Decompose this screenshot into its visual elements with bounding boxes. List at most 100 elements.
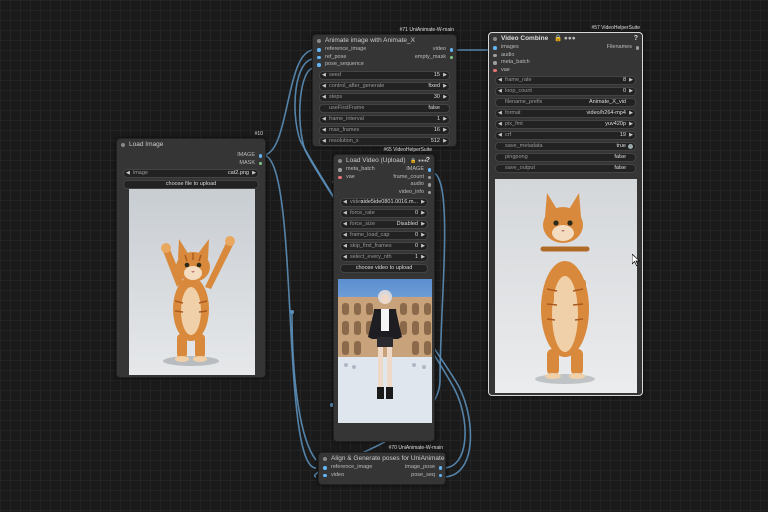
input-ref-pose-dot[interactable] [317,55,321,59]
input-reference-image-dot[interactable] [323,466,327,470]
widget-filename-prefix[interactable]: filename_prefix Animate_X_vid [495,98,636,107]
arrow-right-icon[interactable]: ▶ [443,116,447,123]
output-empty-mask-dot[interactable] [449,55,453,59]
input-vae-dot[interactable] [493,68,497,72]
output-image-dot[interactable] [427,168,431,172]
arrow-right-icon[interactable]: ▶ [252,170,256,177]
output-frame-count-dot[interactable] [427,175,431,179]
arrow-right-icon[interactable]: ▶ [629,110,633,117]
arrow-left-icon[interactable]: ◀ [498,132,502,139]
output-audio-dot[interactable] [427,183,431,187]
load-image-node[interactable]: #10 Load Image IMAGE MASK ◀ image cat2.p… [116,131,266,378]
widget-save-metadata[interactable]: save_metadata true [495,142,636,151]
widget-video[interactable]: ◀ video side5ide0801.0016.m... ▶ [340,198,428,207]
widget-loop-count[interactable]: ◀ loop_count 0 ▶ [495,87,636,96]
widget-frame-rate[interactable]: ◀ frame_rate 8 ▶ [495,76,636,85]
widget-frame-interval[interactable]: ◀ frame_interval 1 ▶ [319,114,450,124]
widget-skip-first-frames[interactable]: ◀ skip_first_frames 0 ▶ [340,242,428,251]
output-image-dot[interactable] [258,154,262,158]
arrow-right-icon[interactable]: ▶ [629,132,633,139]
align-poses-node[interactable]: #70 UniAnimate-W-main Align & Generate p… [318,445,446,485]
video-preview[interactable] [495,179,637,393]
video-frame-preview[interactable] [338,279,432,423]
help-icon[interactable]: ? [426,155,430,166]
output-mask-dot[interactable] [258,161,262,165]
arrow-left-icon[interactable]: ◀ [498,121,502,128]
upload-file-button[interactable]: choose file to upload [123,180,259,189]
output-filenames-dot[interactable] [635,46,639,50]
load-video-node[interactable]: #65 VideoHelperSuite Load Video (Upload)… [333,147,435,442]
output-mask: MASK [239,159,255,166]
arrow-left-icon[interactable]: ◀ [343,232,347,239]
input-meta-batch-dot[interactable] [338,168,342,172]
widget-max-frames[interactable]: ◀ max_frames 16 ▶ [319,125,450,135]
node-title[interactable]: Video Combine 🔒 ●●● ? [489,33,642,44]
arrow-right-icon[interactable]: ▶ [629,77,633,84]
arrow-right-icon[interactable]: ▶ [443,94,447,101]
widget-resolution-x[interactable]: ◀ resolution_x 512 ▶ [319,136,450,146]
widget-useFirstFrame[interactable]: useFirstFrame false [319,103,450,113]
widget-pingpong[interactable]: pingpong false [495,153,636,162]
arrow-right-icon[interactable]: ▶ [443,83,447,90]
arrow-right-icon[interactable]: ▶ [421,210,425,217]
arrow-left-icon[interactable]: ◀ [498,88,502,95]
widget-force-rate[interactable]: ◀ force_rate 0 ▶ [340,209,428,218]
arrow-right-icon[interactable]: ▶ [443,138,447,145]
upload-video-button[interactable]: choose video to upload [340,264,428,273]
output-video-dot[interactable] [449,48,453,52]
arrow-left-icon[interactable]: ◀ [322,138,326,145]
arrow-right-icon[interactable]: ▶ [421,243,425,250]
widget-save-output[interactable]: save_output false [495,164,636,173]
node-icons: 🔒 ●●● [554,35,576,42]
input-vae-dot[interactable] [338,175,342,179]
arrow-left-icon[interactable]: ◀ [343,243,347,250]
input-video-dot[interactable] [323,473,327,477]
output-image-pose-dot[interactable] [438,466,442,470]
widget-pix-fmt[interactable]: ◀ pix_fmt yuv420p ▶ [495,120,636,129]
arrow-left-icon[interactable]: ◀ [322,94,326,101]
arrow-left-icon[interactable]: ◀ [343,254,347,261]
node-title[interactable]: Load Image [117,139,265,150]
arrow-left-icon[interactable]: ◀ [322,116,326,123]
arrow-right-icon[interactable]: ▶ [421,232,425,239]
arrow-right-icon[interactable]: ▶ [629,121,633,128]
animate-image-node[interactable]: #71 UniAnimate-W-main Animate image with… [312,27,457,147]
image-select-widget[interactable]: ◀ image cat2.png ▶ [123,169,259,178]
arrow-left-icon[interactable]: ◀ [322,72,326,79]
arrow-left-icon[interactable]: ◀ [498,110,502,117]
arrow-left-icon[interactable]: ◀ [322,127,326,134]
arrow-left-icon[interactable]: ◀ [343,199,347,206]
arrow-left-icon[interactable]: ◀ [343,210,347,217]
widget-seed[interactable]: ◀ seed 15 ▶ [319,70,450,80]
toggle-icon[interactable] [628,144,633,149]
input-reference-image-dot[interactable] [317,48,321,52]
arrow-right-icon[interactable]: ▶ [443,127,447,134]
arrow-right-icon[interactable]: ▶ [629,88,633,95]
widget-steps[interactable]: ◀ steps 30 ▶ [319,92,450,102]
node-title[interactable]: Align & Generate poses for UniAnimate [319,453,445,464]
input-pose-sequence-dot[interactable] [317,63,321,67]
arrow-right-icon[interactable]: ▶ [443,72,447,79]
input-meta-batch-dot[interactable] [493,61,497,65]
help-icon[interactable]: ? [634,33,638,44]
output-pose-seq-dot[interactable] [438,473,442,477]
arrow-left-icon[interactable]: ◀ [343,221,347,228]
node-title[interactable]: Load Video (Upload) 🔒 ●●● ? [334,155,434,166]
arrow-right-icon[interactable]: ▶ [421,221,425,228]
output-video-info-dot[interactable] [427,190,431,194]
arrow-right-icon[interactable]: ▶ [421,199,425,206]
arrow-left-icon[interactable]: ◀ [126,170,130,177]
video-combine-node[interactable]: #57 VideoHelperSuite Video Combine 🔒 ●●●… [488,25,643,396]
widget-format[interactable]: ◀ format video/h264-mp4 ▶ [495,109,636,118]
arrow-left-icon[interactable]: ◀ [498,77,502,84]
node-title[interactable]: Animate image with Animate_X [313,35,456,46]
widget-select-every-nth[interactable]: ◀ select_every_nth 1 ▶ [340,253,428,262]
input-images-dot[interactable] [493,46,497,50]
widget-crf[interactable]: ◀ crf 19 ▶ [495,131,636,140]
widget-frame-load-cap[interactable]: ◀ frame_load_cap 0 ▶ [340,231,428,240]
widget-control-after-generate[interactable]: ◀ control_after_generate fixed ▶ [319,81,450,91]
arrow-left-icon[interactable]: ◀ [322,83,326,90]
widget-force-size[interactable]: ◀ force_size Disabled ▶ [340,220,428,229]
arrow-right-icon[interactable]: ▶ [421,254,425,261]
input-audio-dot[interactable] [493,53,497,57]
